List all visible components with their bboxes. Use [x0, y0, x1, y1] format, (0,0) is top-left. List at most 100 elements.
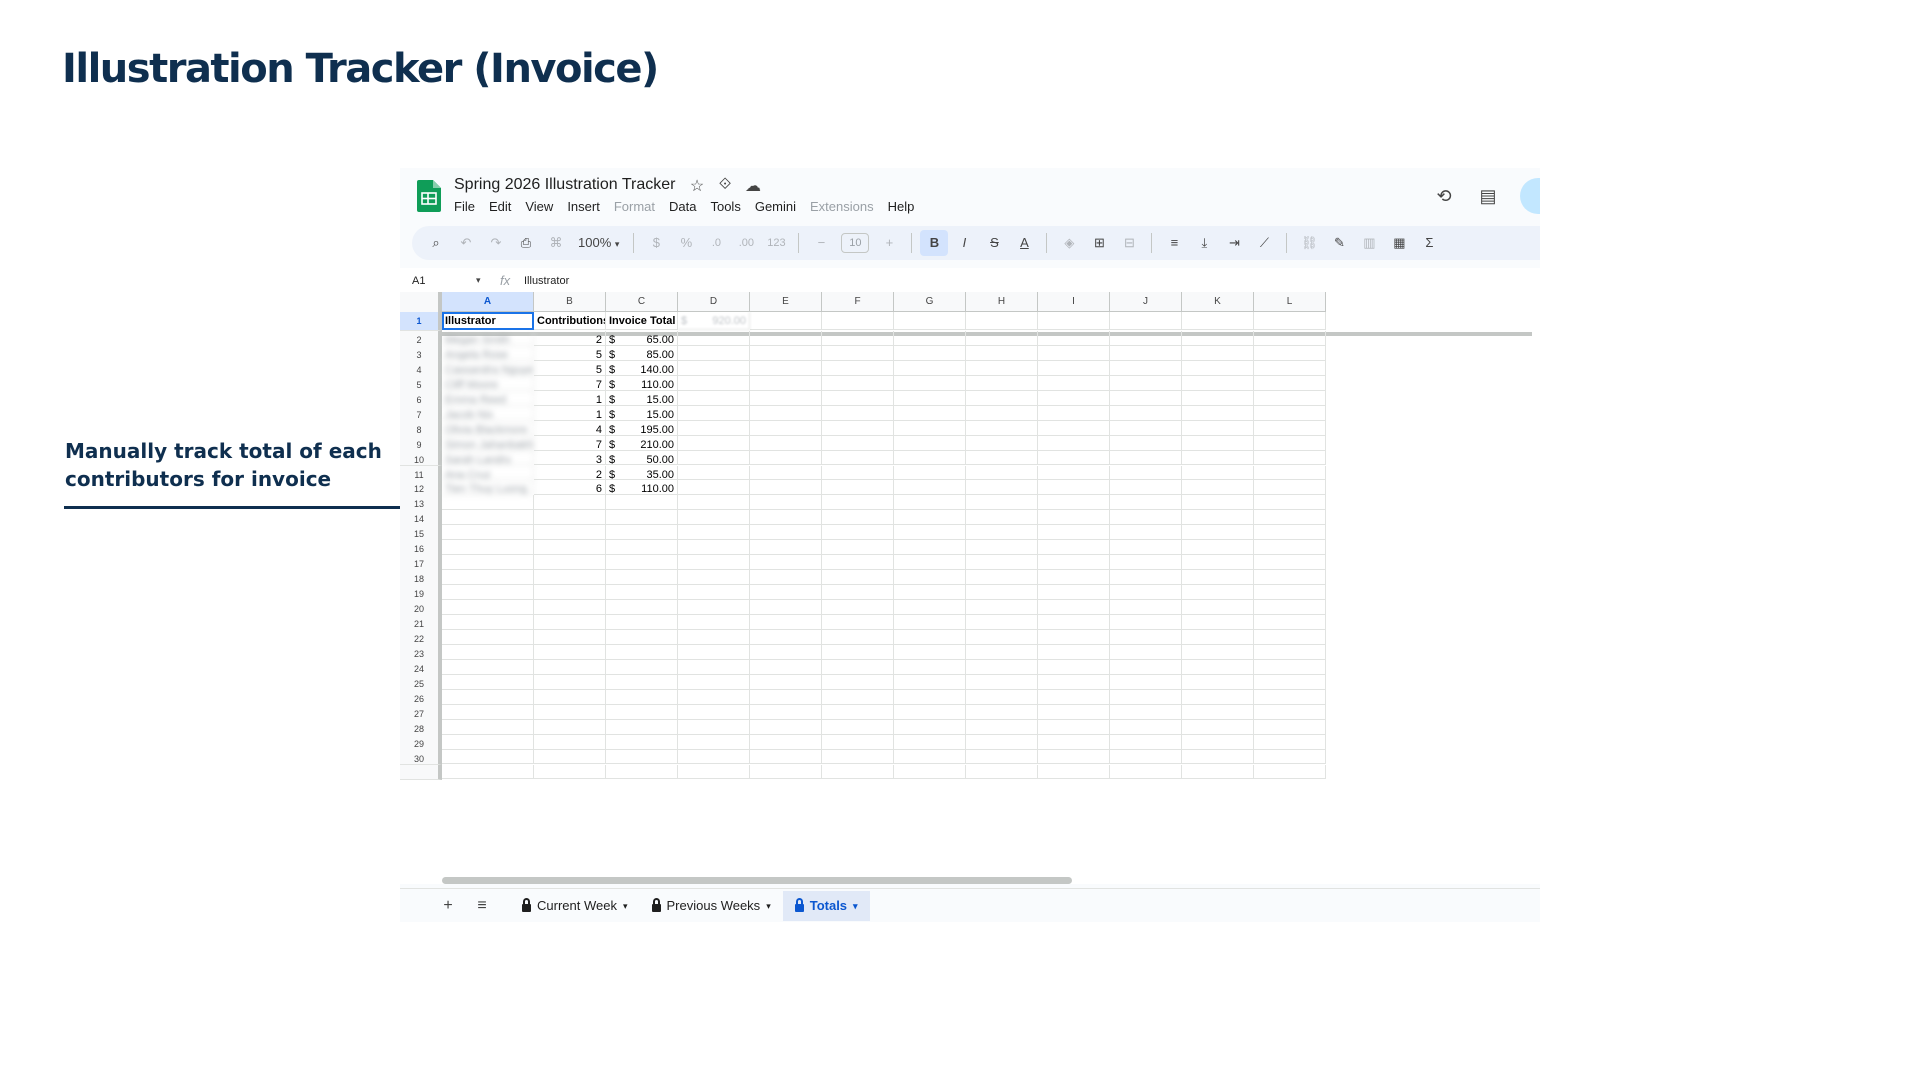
cell[interactable] — [894, 689, 966, 705]
add-sheet-icon[interactable]: + — [436, 897, 460, 915]
cell[interactable] — [1110, 345, 1182, 361]
cell[interactable] — [894, 719, 966, 735]
cell[interactable] — [1038, 435, 1110, 451]
cell[interactable] — [534, 674, 606, 690]
cell[interactable] — [1110, 450, 1182, 466]
cell[interactable] — [750, 615, 822, 630]
cell[interactable] — [1038, 465, 1110, 481]
cell[interactable] — [442, 570, 534, 586]
cell[interactable] — [894, 615, 966, 630]
chevron-down-icon[interactable]: ▾ — [476, 275, 481, 286]
row-header[interactable]: 20 — [400, 600, 442, 616]
cell[interactable] — [606, 510, 678, 526]
row-header[interactable]: 28 — [400, 719, 442, 736]
cell[interactable] — [1182, 585, 1254, 601]
row-header[interactable]: 18 — [400, 570, 442, 587]
cell[interactable] — [750, 704, 822, 720]
invoice-total-cell[interactable]: $65.00 — [606, 330, 678, 346]
column-header-j[interactable]: J — [1110, 292, 1182, 312]
cell[interactable] — [750, 510, 822, 526]
row-header[interactable]: 2 — [400, 330, 442, 347]
row-header[interactable]: 21 — [400, 615, 442, 631]
cell[interactable] — [1254, 764, 1326, 780]
cell[interactable] — [822, 585, 894, 601]
cell[interactable] — [1254, 435, 1326, 451]
cell[interactable] — [442, 749, 534, 765]
cell[interactable] — [894, 330, 966, 346]
zoom-select[interactable]: 100% ▾ — [572, 230, 625, 256]
contributions-cell[interactable]: 4 — [534, 420, 606, 436]
contributions-cell[interactable]: 1 — [534, 390, 606, 406]
cell[interactable] — [1254, 719, 1326, 735]
cell[interactable] — [1182, 570, 1254, 586]
illustrator-name-cell[interactable]: Simon Jahanbakhsh — [442, 435, 534, 451]
cell[interactable] — [1038, 360, 1110, 376]
illustrator-name-cell[interactable]: Angela Rose — [442, 345, 534, 361]
cell[interactable] — [678, 405, 750, 421]
strikethrough-icon[interactable]: S — [980, 230, 1008, 256]
cell[interactable] — [894, 659, 966, 675]
cell[interactable] — [894, 405, 966, 421]
cell[interactable] — [750, 465, 822, 481]
cell[interactable] — [1038, 674, 1110, 690]
column-header-g[interactable]: G — [894, 292, 966, 312]
cell[interactable] — [822, 510, 894, 526]
header-cell-contributions[interactable]: Contributions — [534, 312, 606, 330]
cell[interactable] — [1110, 405, 1182, 421]
cell[interactable] — [1038, 629, 1110, 645]
cell[interactable] — [1038, 540, 1110, 556]
invoice-total-cell[interactable]: $140.00 — [606, 360, 678, 376]
cell[interactable] — [1254, 555, 1326, 571]
cell[interactable] — [822, 749, 894, 765]
cell[interactable] — [442, 659, 534, 675]
cell[interactable] — [966, 749, 1038, 765]
invoice-total-cell[interactable]: $195.00 — [606, 420, 678, 436]
row-header[interactable]: 4 — [400, 360, 442, 377]
cell[interactable] — [1110, 435, 1182, 451]
cell[interactable] — [1110, 480, 1182, 496]
cell[interactable] — [678, 704, 750, 720]
cell[interactable] — [1182, 764, 1254, 780]
cell[interactable] — [1254, 674, 1326, 690]
cell[interactable] — [966, 525, 1038, 541]
cell[interactable] — [1182, 659, 1254, 675]
menu-view[interactable]: View — [525, 199, 553, 214]
cell[interactable] — [534, 644, 606, 660]
cell[interactable] — [894, 704, 966, 720]
cell[interactable] — [822, 312, 894, 330]
cell[interactable] — [1038, 330, 1110, 346]
sheets-logo-icon[interactable] — [417, 180, 441, 212]
cell[interactable] — [1110, 375, 1182, 391]
cell[interactable] — [822, 405, 894, 421]
cell[interactable] — [1038, 704, 1110, 720]
cell[interactable] — [1038, 585, 1110, 601]
all-sheets-icon[interactable]: ≡ — [470, 897, 494, 915]
invoice-total-cell[interactable]: $35.00 — [606, 465, 678, 481]
cell[interactable] — [442, 734, 534, 750]
cell[interactable] — [966, 435, 1038, 451]
cell[interactable] — [750, 390, 822, 406]
search-menus-icon[interactable]: ⌕ — [422, 230, 450, 256]
cell[interactable] — [1110, 629, 1182, 645]
illustrator-name-cell[interactable]: Sarah Landry — [442, 450, 534, 466]
print-icon[interactable]: ⎙ — [512, 230, 540, 256]
borders-icon[interactable]: ⊞ — [1085, 230, 1113, 256]
cell[interactable] — [606, 749, 678, 765]
cell[interactable] — [534, 555, 606, 571]
cell[interactable] — [1038, 644, 1110, 660]
cell[interactable] — [894, 585, 966, 601]
italic-button[interactable]: I — [950, 230, 978, 256]
cell[interactable] — [1038, 719, 1110, 735]
decrease-decimal-button[interactable]: .0 — [702, 230, 730, 256]
cell[interactable] — [894, 600, 966, 615]
contributions-cell[interactable]: 1 — [534, 405, 606, 421]
cell[interactable] — [750, 312, 822, 330]
font-size-increase-icon[interactable]: + — [875, 230, 903, 256]
cell[interactable] — [1182, 465, 1254, 481]
row-header[interactable]: 13 — [400, 495, 442, 512]
cell[interactable] — [1110, 330, 1182, 346]
cell[interactable] — [750, 734, 822, 750]
cell[interactable] — [966, 734, 1038, 750]
cell[interactable] — [894, 450, 966, 466]
cell[interactable] — [606, 629, 678, 645]
